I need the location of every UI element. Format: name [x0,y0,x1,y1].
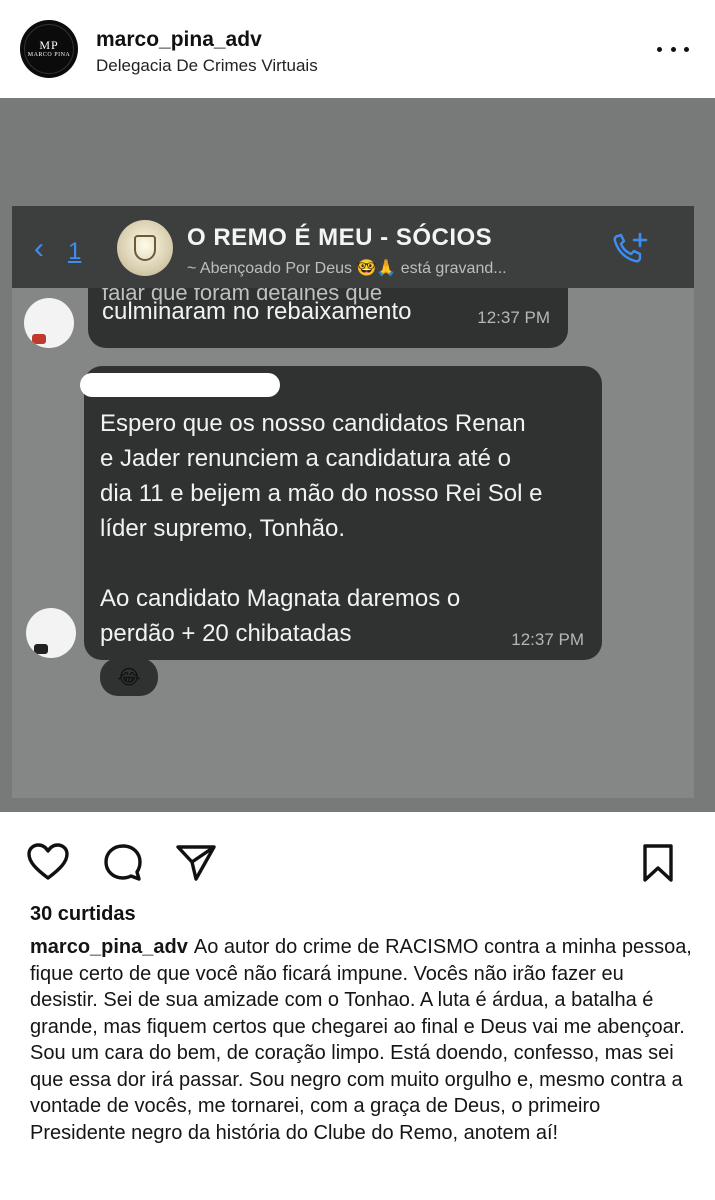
sender-avatar [24,298,74,348]
message-bubble: Espero que os nosso candidatos Renan e J… [84,366,602,660]
more-dot-icon [684,46,689,52]
post-username[interactable]: marco_pina_adv [96,28,262,52]
message-time: 12:37 PM [477,308,550,327]
group-title: O REMO É MEU - SÓCIOS [187,224,493,251]
caption-text: Ao autor do crime de RACISMO contra a mi… [30,936,692,1144]
post-actions [0,812,715,904]
more-dot-icon [657,46,662,52]
group-avatar [117,220,173,276]
avatar-logo-mark: MP [39,38,59,52]
post-location[interactable]: Delegacia De Crimes Virtuais [96,56,318,76]
group-subtitle: ~ Abençoado Por Deus 🤓🙏 está gravand... [187,260,507,277]
avatar-logo-text: MARCO PINA [27,52,71,58]
message-time: 12:37 PM [511,630,584,649]
crest-icon [134,235,156,261]
back-chevron-icon: ‹ [34,232,44,265]
profile-avatar[interactable]: MP MARCO PINA [20,20,78,78]
more-options-button[interactable] [657,40,689,58]
avatar-logo: MP MARCO PINA [24,24,74,74]
sender-avatar [26,608,76,658]
message-text: culminaram no rebaixamento [102,298,412,325]
message-text: Espero que os nosso candidatos Renan e J… [100,410,543,647]
likes-count[interactable]: 30 curtidas [30,903,136,926]
reaction-badge: 😂 [100,658,158,696]
caption-username[interactable]: marco_pina_adv [30,936,188,958]
add-call-icon [613,232,648,263]
more-dot-icon [670,46,676,52]
back-count: 1 [68,238,82,265]
redacted-sender-name [80,373,280,397]
bookmark-icon[interactable] [640,842,676,884]
post-header: MP MARCO PINA marco_pina_adv Delegacia D… [0,0,715,98]
post-image[interactable]: falar que foram detalhes que culminaram … [0,98,715,812]
heart-icon[interactable] [26,842,70,882]
post-caption: marco_pina_adv Ao autor do crime de RACIS… [30,934,695,1146]
chat-header: ‹ 1 O REMO É MEU - SÓCIOS ~ Abençoado Po… [12,206,694,288]
share-icon[interactable] [174,842,218,882]
message-bubble: falar que foram detalhes que culminaram … [88,288,568,348]
comment-icon[interactable] [102,842,144,884]
